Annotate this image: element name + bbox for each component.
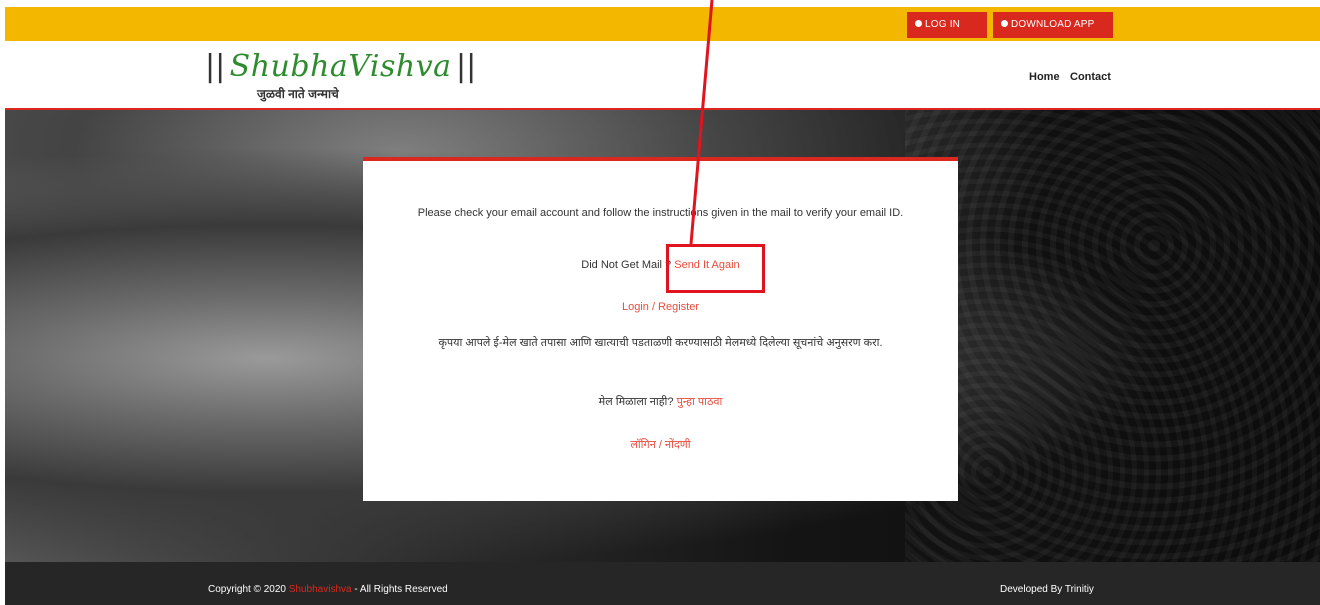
copyright-prefix: Copyright © 2020 [208,584,286,595]
annotation-arrow-line [689,0,714,245]
copyright: Copyright © 2020 Shubhavishva - All Righ… [208,584,448,595]
site-footer: Copyright © 2020 Shubhavishva - All Righ… [5,562,1320,605]
developer-credit: Developed By Trinitiy [1000,584,1094,595]
footer-brand-link[interactable]: Shubhavishva [289,584,352,595]
annotation-arrow [689,0,714,245]
rights-text: - All Rights Reserved [354,584,448,595]
